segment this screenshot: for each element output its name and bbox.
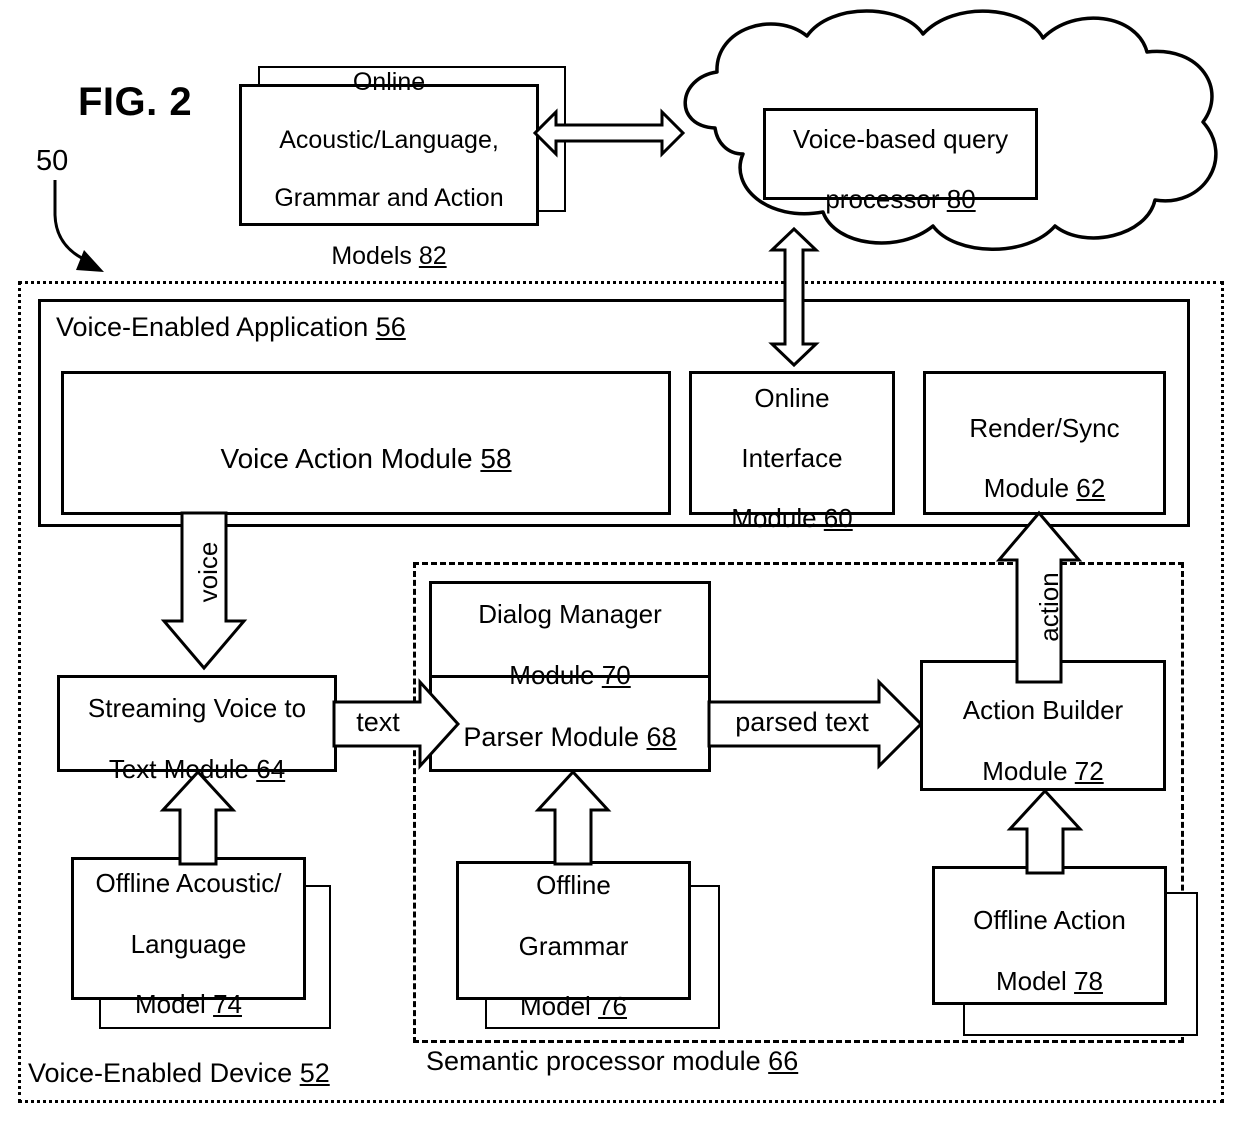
leader-line-50: [53, 180, 104, 272]
online-interface-module-text: Online Interface Module 60: [731, 382, 853, 534]
action-flow-label: action: [1033, 572, 1064, 642]
voice-enabled-application-label: Voice-Enabled Application 56: [56, 312, 406, 342]
online-models-text: Online Acoustic/Language, Grammar and Ac…: [274, 68, 504, 270]
offline-acoustic-to-streaming-arrow: [159, 769, 237, 866]
offline-grammar-model-box: Offline Grammar Model 76: [456, 861, 691, 1021]
voice-action-module-box: Voice Action Module 58: [61, 371, 671, 515]
offline-acoustic-language-model-box: Offline Acoustic/ Language Model 74: [71, 857, 306, 1019]
parser-module-text: Parser Module 68: [463, 722, 677, 752]
online-models-box: Online Acoustic/Language, Grammar and Ac…: [239, 68, 539, 270]
offline-grammar-to-parser-arrow: [534, 769, 612, 866]
semantic-processor-module-label: Semantic processor module 66: [424, 1046, 801, 1077]
offline-grammar-model-text: Offline Grammar Model 76: [518, 870, 629, 1021]
voice-action-module-text: Voice Action Module 58: [220, 443, 512, 474]
offline-action-model-box: Offline Action Model 78: [932, 866, 1167, 1005]
offline-action-to-builder-arrow: [1006, 788, 1084, 875]
dialog-manager-module-text: Dialog Manager Module 70: [478, 599, 662, 690]
models-cloud-bidirectional-arrow: [532, 108, 686, 158]
offline-acoustic-language-model-text: Offline Acoustic/ Language Model 74: [95, 868, 282, 1019]
streaming-voice-to-text-module-box: Streaming Voice to Text Module 64: [57, 675, 337, 784]
voice-based-query-processor-text: Voice-based query processor 80: [792, 123, 1009, 215]
streaming-voice-to-text-module-text: Streaming Voice to Text Module 64: [87, 693, 307, 784]
online-interface-module-box: Online Interface Module 60: [689, 371, 895, 534]
render-sync-module-box: Render/Sync Module 62: [923, 371, 1166, 515]
offline-action-model-text: Offline Action Model 78: [973, 905, 1126, 996]
voice-enabled-device-label: Voice-Enabled Device 52: [28, 1058, 330, 1088]
figure-canvas: FIG. 2 50 Online Acoustic/Language, Gram…: [0, 0, 1240, 1123]
render-sync-module-text: Render/Sync Module 62: [969, 412, 1120, 504]
cloud-device-bidirectional-arrow: [768, 226, 820, 368]
voice-flow-label: voice: [192, 541, 223, 603]
parsed-text-flow-label: parsed text: [735, 707, 869, 738]
voice-based-query-processor-box: Voice-based query processor 80: [763, 108, 1038, 215]
dialog-parser-group-box: Dialog Manager Module 70 Parser Module 6…: [429, 581, 711, 772]
text-flow-label: text: [356, 707, 400, 738]
